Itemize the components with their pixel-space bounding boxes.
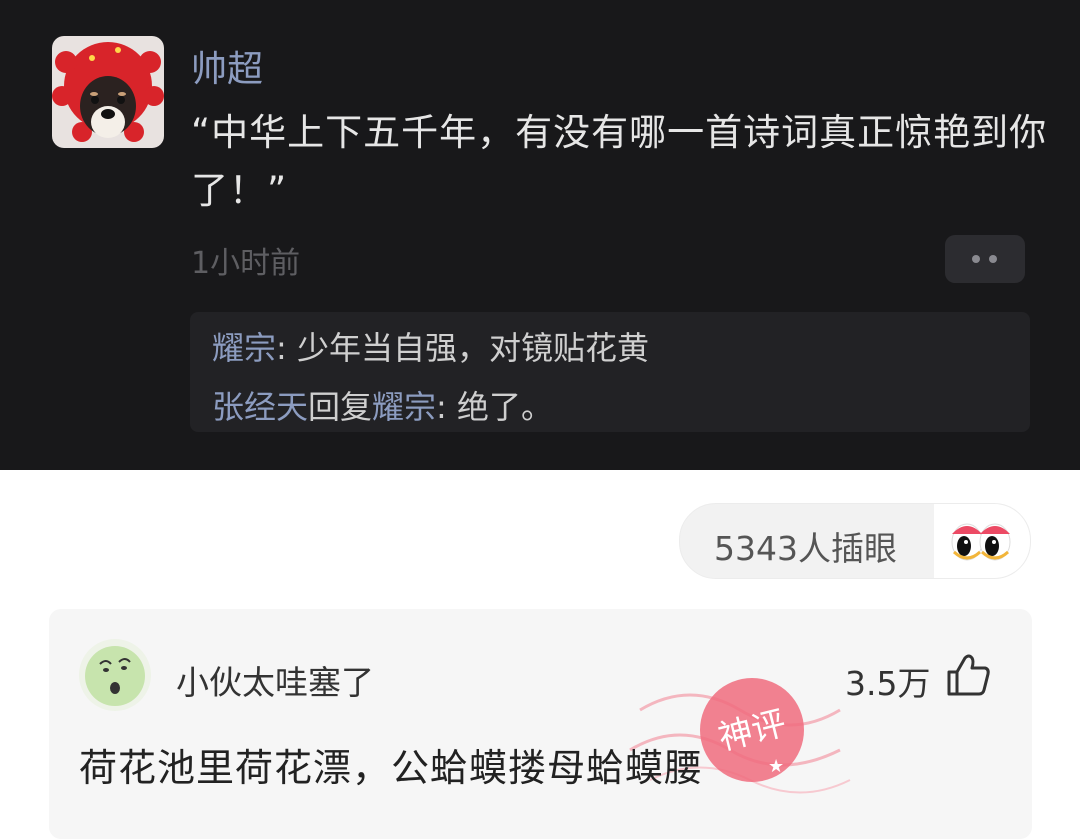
reply-keyword: 回复 (308, 388, 373, 426)
post-username[interactable]: 帅超 (191, 40, 263, 92)
reply-text: 绝了。 (457, 388, 554, 426)
post-text: “中华上下五千年，有没有哪一首诗词真正惊艳到你了！” (191, 111, 1048, 212)
reply-text: 少年当自强，对镜贴花黄 (296, 329, 649, 367)
thumbs-up-icon[interactable] (945, 652, 991, 698)
commenter-avatar[interactable] (78, 638, 152, 712)
bookmark-reaction-pill[interactable]: 5343人插眼 (679, 503, 1031, 579)
reply-line: 张经天回复耀宗: 绝了。 (212, 382, 553, 428)
more-dot-icon (972, 255, 980, 263)
reply-author[interactable]: 张经天 (212, 388, 308, 426)
comment-text: 荷花池里荷花漂，公蛤蟆搂母蛤蟆腰 (79, 746, 704, 790)
commenter-username[interactable]: 小伙太哇塞了 (176, 656, 374, 704)
reply-author[interactable]: 耀宗 (212, 329, 276, 367)
reply-separator: : (276, 329, 297, 367)
more-dot-icon (989, 255, 997, 263)
reply-line: 耀宗: 少年当自强，对镜贴花黄 (212, 323, 649, 369)
reply-separator: : (436, 388, 457, 426)
eyes-icon (951, 523, 1011, 561)
reply-preview-box[interactable]: 耀宗: 少年当自强，对镜贴花黄 张经天回复耀宗: 绝了。 (190, 312, 1030, 432)
featured-comment-card[interactable] (49, 609, 1032, 839)
reply-target[interactable]: 耀宗 (372, 388, 436, 426)
reaction-icon-segment[interactable] (934, 504, 1030, 578)
meme-face-avatar-icon (79, 639, 151, 711)
top-comment-panel: 帅超 “中华上下五千年，有没有哪一首诗词真正惊艳到你了！” 1小时前 耀宗: 少… (0, 0, 1080, 470)
svg-text:★: ★ (768, 756, 784, 777)
like-count: 3.5万 (845, 664, 931, 703)
more-options-button[interactable] (945, 235, 1025, 283)
reaction-count: 5343人插眼 (714, 529, 897, 568)
dog-avatar-icon (52, 36, 164, 148)
user-avatar[interactable] (52, 36, 164, 148)
post-timestamp: 1小时前 (191, 246, 301, 281)
